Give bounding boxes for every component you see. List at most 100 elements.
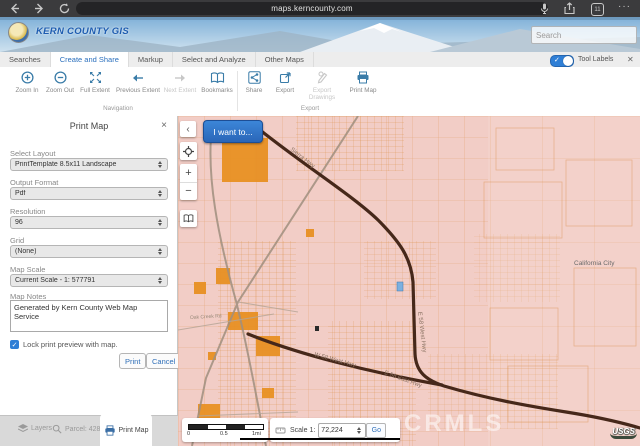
zoom-out-button[interactable]: Zoom Out <box>43 70 77 94</box>
url-bar[interactable]: maps.kerncounty.com <box>76 2 548 15</box>
forward-icon[interactable] <box>33 2 46 15</box>
magnifier-icon <box>52 424 62 434</box>
scalebar-half: 0.5 <box>220 431 228 437</box>
scalebar-zero: 0 <box>187 431 190 437</box>
app-header: KERN COUNTY GIS <box>0 17 640 52</box>
tab-markup[interactable]: Markup <box>129 52 173 67</box>
share-button[interactable]: Share <box>238 70 270 94</box>
back-icon[interactable] <box>8 2 21 15</box>
locate-button[interactable] <box>180 142 197 160</box>
map-canvas[interactable]: Sierra Hwy E 58 West Hwy W 58 West Hwy E… <box>178 116 640 446</box>
url-text: maps.kerncounty.com <box>271 4 352 13</box>
zoom-in-button[interactable]: Zoom In <box>10 70 44 94</box>
dropdown-stepper-icon <box>157 219 163 226</box>
export-icon <box>269 70 301 85</box>
kern-county-gis-app: maps.kerncounty.com 11 ··· KERN COUNTY G… <box>0 0 640 446</box>
grid-label: Grid <box>10 236 24 245</box>
output-format-dropdown[interactable]: Pdf <box>10 187 168 200</box>
printer-icon <box>104 425 116 436</box>
group-label-export: Export <box>262 105 358 112</box>
global-search-box[interactable] <box>531 26 637 44</box>
resolution-dropdown[interactable]: 96 <box>10 216 168 229</box>
printer-icon <box>344 70 382 85</box>
zoom-out-icon <box>43 70 77 85</box>
tab-searches[interactable]: Searches <box>0 52 51 67</box>
cancel-button[interactable]: Cancel <box>146 353 181 369</box>
locate-icon <box>183 146 194 157</box>
panel-close-icon[interactable]: × <box>161 120 167 131</box>
map-zoom-out-button[interactable]: − <box>180 183 197 201</box>
place-label-california-city: California City <box>574 260 615 267</box>
lock-preview-row[interactable]: ✓ Lock print preview with map. <box>10 340 118 349</box>
tool-labels-toggle[interactable]: ✓ <box>550 55 574 67</box>
tab-other-maps[interactable]: Other Maps <box>256 52 314 67</box>
selected-parcel[interactable] <box>397 282 403 291</box>
browser-bar: maps.kerncounty.com 11 ··· <box>0 0 640 17</box>
bottom-tab-layers[interactable]: Layers <box>18 424 52 433</box>
bottom-divider-line <box>240 438 400 440</box>
tab-create-and-share[interactable]: Create and Share <box>51 52 129 67</box>
dropdown-stepper-icon <box>157 277 163 284</box>
panel-title: Print Map <box>0 121 178 131</box>
grid-dropdown[interactable]: (None) <box>10 245 168 258</box>
app-title: KERN COUNTY GIS <box>36 26 129 37</box>
toggle-knob <box>563 56 573 66</box>
kern-county-seal[interactable] <box>8 22 29 43</box>
print-button[interactable]: Print <box>119 353 146 369</box>
tabs-icon[interactable]: 11 <box>591 3 604 16</box>
ribbon-toolbar: Zoom In Zoom Out Full Extent Previous Ex… <box>0 67 640 116</box>
dropdown-stepper-icon <box>157 161 163 168</box>
full-extent-button[interactable]: Full Extent <box>74 70 116 94</box>
bottom-tab-bar: Layers Parcel: 428-... Print Map <box>0 415 178 446</box>
main-nav-tabs: Searches Create and Share Markup Select … <box>0 52 640 68</box>
checkbox-checked-icon[interactable]: ✓ <box>10 340 19 349</box>
scale-icon <box>275 425 286 436</box>
map-bookmarks-button[interactable] <box>180 210 197 227</box>
tab-select-and-analyze[interactable]: Select and Analyze <box>173 52 256 67</box>
map-notes-textarea[interactable]: Generated by Kern County Web Map Service <box>10 300 168 332</box>
map-marker <box>315 326 319 331</box>
resolution-label: Resolution <box>10 207 45 216</box>
dropdown-stepper-icon <box>157 190 163 197</box>
group-label-navigation: Navigation <box>70 105 166 112</box>
zoom-in-icon <box>10 70 44 85</box>
select-layout-dropdown[interactable]: PrintTemplate 8.5x11 Landscape <box>10 158 168 171</box>
scale-label: Scale 1: <box>290 427 315 434</box>
mic-icon[interactable] <box>538 2 551 15</box>
bottom-tab-print-map[interactable]: Print Map <box>100 414 152 446</box>
export-button[interactable]: Export <box>269 70 301 94</box>
refresh-icon[interactable] <box>58 2 71 15</box>
i-want-to-button[interactable]: I want to... <box>203 120 263 143</box>
export-drawings-icon <box>301 70 343 85</box>
close-toolbar-icon[interactable]: ✕ <box>627 55 634 64</box>
usgs-attribution: USGS <box>610 427 637 439</box>
share-sheet-icon[interactable] <box>563 2 576 15</box>
full-extent-icon <box>74 70 116 85</box>
map-scale-label: Map Scale <box>10 265 45 274</box>
bookmarks-icon <box>196 70 238 85</box>
scale-go-button[interactable]: Go <box>366 423 386 438</box>
lock-preview-label: Lock print preview with map. <box>23 340 118 349</box>
scale-stepper-icon[interactable] <box>356 427 362 434</box>
scalebar-one: 1mi <box>252 431 261 437</box>
scalebar <box>188 424 264 430</box>
layers-icon <box>18 424 28 433</box>
select-layout-label: Select Layout <box>10 149 55 158</box>
map-zoom-in-button[interactable]: + <box>180 164 197 183</box>
bookmarks-button[interactable]: Bookmarks <box>196 70 238 94</box>
map-viewport: Sierra Hwy E 58 West Hwy W 58 West Hwy E… <box>178 116 640 446</box>
crmls-watermark: CRMLS <box>404 410 504 438</box>
print-map-button[interactable]: Print Map <box>344 70 382 94</box>
output-format-label: Output Format <box>10 178 58 187</box>
share-icon <box>238 70 270 85</box>
search-input[interactable] <box>532 31 640 40</box>
collapse-panel-chevron[interactable]: ‹ <box>180 121 196 137</box>
tool-labels-label: Tool Labels <box>578 56 613 63</box>
export-drawings-button: Export Drawings <box>301 70 343 101</box>
check-icon: ✓ <box>554 56 560 64</box>
map-scale-dropdown[interactable]: Current Scale - 1: 577791 <box>10 274 168 287</box>
dropdown-stepper-icon <box>157 248 163 255</box>
map-zoom-control: + − <box>180 164 197 200</box>
book-icon <box>183 214 194 223</box>
more-menu-icon[interactable]: ··· <box>618 1 631 12</box>
